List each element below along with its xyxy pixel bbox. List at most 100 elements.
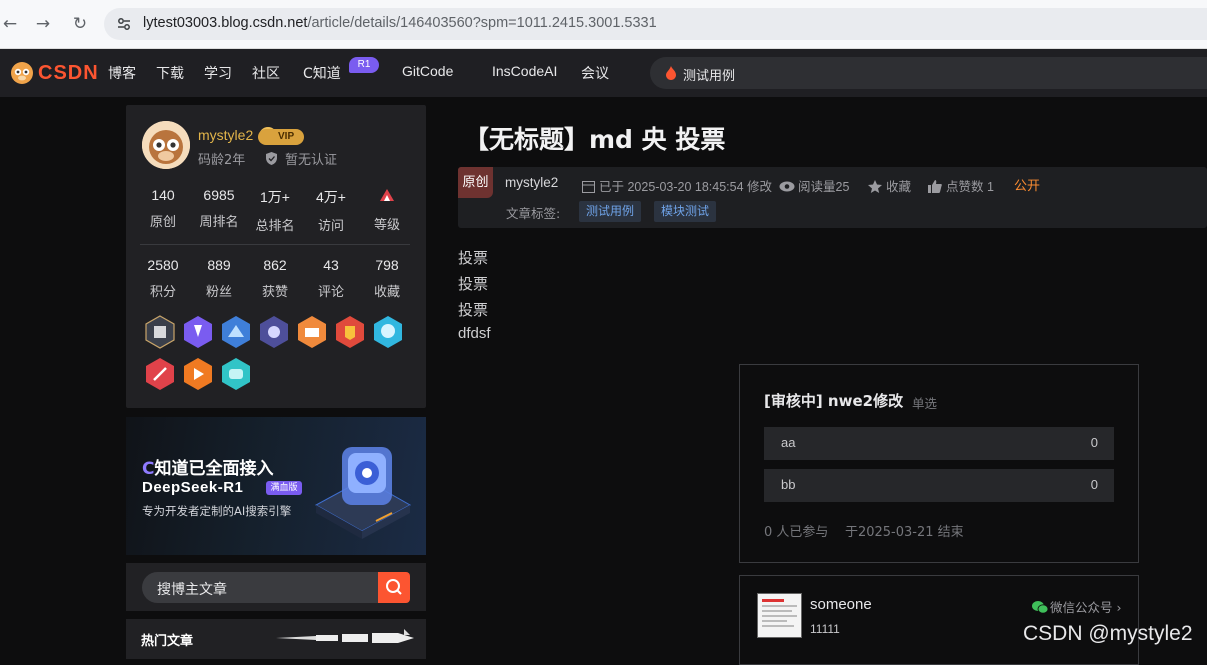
stat-likes[interactable]: 862 获赞 bbox=[247, 257, 303, 300]
stat-value: 4万+ bbox=[316, 189, 346, 205]
vote-title: [审核中] nwe2修改 bbox=[764, 392, 904, 410]
vote-option-count: 0 bbox=[1090, 477, 1098, 492]
nav-gitcode[interactable]: GitCode bbox=[402, 63, 453, 79]
stats-divider bbox=[140, 244, 410, 245]
stat-value: 43 bbox=[323, 257, 339, 273]
meta-collect-text: 收藏 bbox=[886, 180, 912, 194]
calendar-icon bbox=[582, 181, 595, 193]
monkey-logo-icon bbox=[11, 62, 33, 84]
site-settings-icon[interactable] bbox=[116, 16, 132, 32]
stat-visits[interactable]: 4万+ 访问 bbox=[303, 187, 359, 234]
stat-comments[interactable]: 43 评论 bbox=[303, 257, 359, 300]
vote-option-count: 0 bbox=[1090, 435, 1098, 450]
article-body-line: dfdsf bbox=[458, 325, 491, 342]
badge-icon[interactable] bbox=[144, 315, 176, 349]
vote-option-name: aa bbox=[781, 435, 796, 450]
meta-likes-text: 点赞数 1 bbox=[946, 180, 994, 194]
nav-learn[interactable]: 学习 bbox=[204, 63, 232, 83]
nav-download[interactable]: 下载 bbox=[156, 63, 184, 83]
hot-articles-section: 热门文章 bbox=[126, 619, 426, 659]
profile-username[interactable]: mystyle2 bbox=[198, 127, 253, 143]
vote-option-name: bb bbox=[781, 477, 796, 492]
blog-search-input[interactable]: 搜博主文章 bbox=[142, 572, 378, 603]
stat-label: 等级 bbox=[373, 218, 400, 233]
search-icon bbox=[386, 579, 402, 595]
reload-icon[interactable]: ↻ bbox=[70, 14, 90, 34]
stat-value: 798 bbox=[375, 257, 399, 273]
stat-total-rank[interactable]: 1万+ 总排名 bbox=[247, 187, 303, 234]
account-name: someone bbox=[810, 596, 872, 613]
meta-modified: 已于 2025-03-20 18:45:54 修改 bbox=[582, 176, 772, 195]
promo-line3: 专为开发者定制的AI搜索引擎 bbox=[142, 504, 292, 518]
badge-icon[interactable] bbox=[220, 315, 252, 349]
badge-icon[interactable] bbox=[334, 315, 366, 349]
stat-label: 获赞 bbox=[261, 285, 288, 300]
article-body-line: 投票 bbox=[458, 276, 489, 293]
stat-label: 总排名 bbox=[255, 219, 295, 234]
nav-cknow[interactable]: C知道 bbox=[303, 63, 341, 83]
stat-label: 访问 bbox=[317, 219, 344, 234]
promo-banner[interactable]: C知道已全面接入 DeepSeek-R1 满血版 专为开发者定制的AI搜索引擎 bbox=[126, 417, 426, 555]
meta-author[interactable]: mystyle2 bbox=[505, 175, 558, 190]
vote-option[interactable]: bb 0 bbox=[764, 469, 1114, 502]
badge-icon[interactable] bbox=[258, 315, 290, 349]
nav-inscodeai[interactable]: InsCodeAI bbox=[492, 63, 557, 79]
forward-icon[interactable]: → bbox=[33, 14, 53, 34]
rocket-decoration-icon bbox=[276, 629, 414, 643]
stat-label: 原创 bbox=[149, 215, 176, 230]
star-icon bbox=[868, 180, 882, 193]
browser-toolbar: ← → ↻ lytest03003.blog.csdn.net/article/… bbox=[0, 0, 1207, 49]
meta-likes[interactable]: 点赞数 1 bbox=[928, 176, 994, 195]
stat-fans[interactable]: 889 粉丝 bbox=[191, 257, 247, 300]
badge-icon[interactable] bbox=[372, 315, 404, 349]
nav-blog[interactable]: 博客 bbox=[108, 63, 136, 83]
logo-text: CSDN bbox=[38, 61, 99, 84]
code-age: 码龄2年 bbox=[198, 153, 246, 168]
stat-label: 评论 bbox=[317, 285, 344, 300]
nav-community[interactable]: 社区 bbox=[252, 63, 280, 83]
vote-option[interactable]: aa 0 bbox=[764, 427, 1114, 460]
site-search-input[interactable]: 测试用例 bbox=[650, 57, 1207, 89]
csdn-logo[interactable]: CSDN bbox=[10, 61, 99, 85]
r1-badge: R1 bbox=[349, 57, 379, 73]
blog-search-box: 搜博主文章 bbox=[126, 563, 426, 611]
hot-articles-title: 热门文章 bbox=[141, 634, 194, 649]
badge-icon[interactable] bbox=[296, 315, 328, 349]
badge-icon[interactable] bbox=[144, 357, 176, 391]
stat-favorites[interactable]: 798 收藏 bbox=[359, 257, 415, 300]
nav-meeting[interactable]: 会议 bbox=[581, 63, 609, 83]
wechat-link[interactable]: 微信公众号 › bbox=[1032, 597, 1122, 616]
wechat-account-card[interactable]: someone 11111 微信公众号 › bbox=[739, 575, 1139, 665]
badge-icon[interactable] bbox=[220, 357, 252, 391]
fire-icon bbox=[666, 66, 676, 80]
meta-collect[interactable]: 收藏 bbox=[868, 176, 911, 195]
site-search-text: 测试用例 bbox=[683, 69, 736, 84]
article-body-line: 投票 bbox=[458, 250, 489, 267]
blog-search-button[interactable] bbox=[378, 572, 410, 603]
article-tag[interactable]: 测试用例 bbox=[579, 201, 642, 222]
stat-label: 积分 bbox=[149, 285, 176, 300]
promo-chip-illustration bbox=[314, 447, 412, 539]
shield-icon bbox=[266, 152, 277, 165]
back-icon[interactable]: ← bbox=[0, 14, 20, 34]
wechat-link-text: 微信公众号 bbox=[1050, 600, 1113, 615]
avatar-image bbox=[142, 121, 190, 169]
address-bar[interactable]: lytest03003.blog.csdn.net/article/detail… bbox=[104, 8, 1207, 40]
certification-status: 暂无认证 bbox=[266, 149, 337, 168]
account-subtitle: 11111 bbox=[810, 622, 840, 636]
stat-label: 收藏 bbox=[373, 285, 400, 300]
stat-original[interactable]: 140 原创 bbox=[135, 187, 191, 230]
stat-weekly-rank[interactable]: 6985 周排名 bbox=[191, 187, 247, 230]
stat-value: 1万+ bbox=[260, 189, 290, 205]
article-tag[interactable]: 模块测试 bbox=[654, 201, 717, 222]
csdn-watermark: CSDN @mystyle2 bbox=[1023, 622, 1193, 645]
badge-icon[interactable] bbox=[182, 315, 214, 349]
stat-level[interactable]: 等级 bbox=[359, 187, 415, 233]
stat-points[interactable]: 2580 积分 bbox=[135, 257, 191, 300]
badge-icon[interactable] bbox=[182, 357, 214, 391]
avatar[interactable] bbox=[142, 121, 190, 169]
vote-widget: [审核中] nwe2修改 单选 aa 0 bb 0 0 人已参与 于2025-0… bbox=[739, 364, 1139, 563]
promo-line2: DeepSeek-R1 bbox=[142, 479, 244, 496]
stat-value: 889 bbox=[207, 257, 231, 273]
stat-label: 周排名 bbox=[199, 215, 239, 230]
